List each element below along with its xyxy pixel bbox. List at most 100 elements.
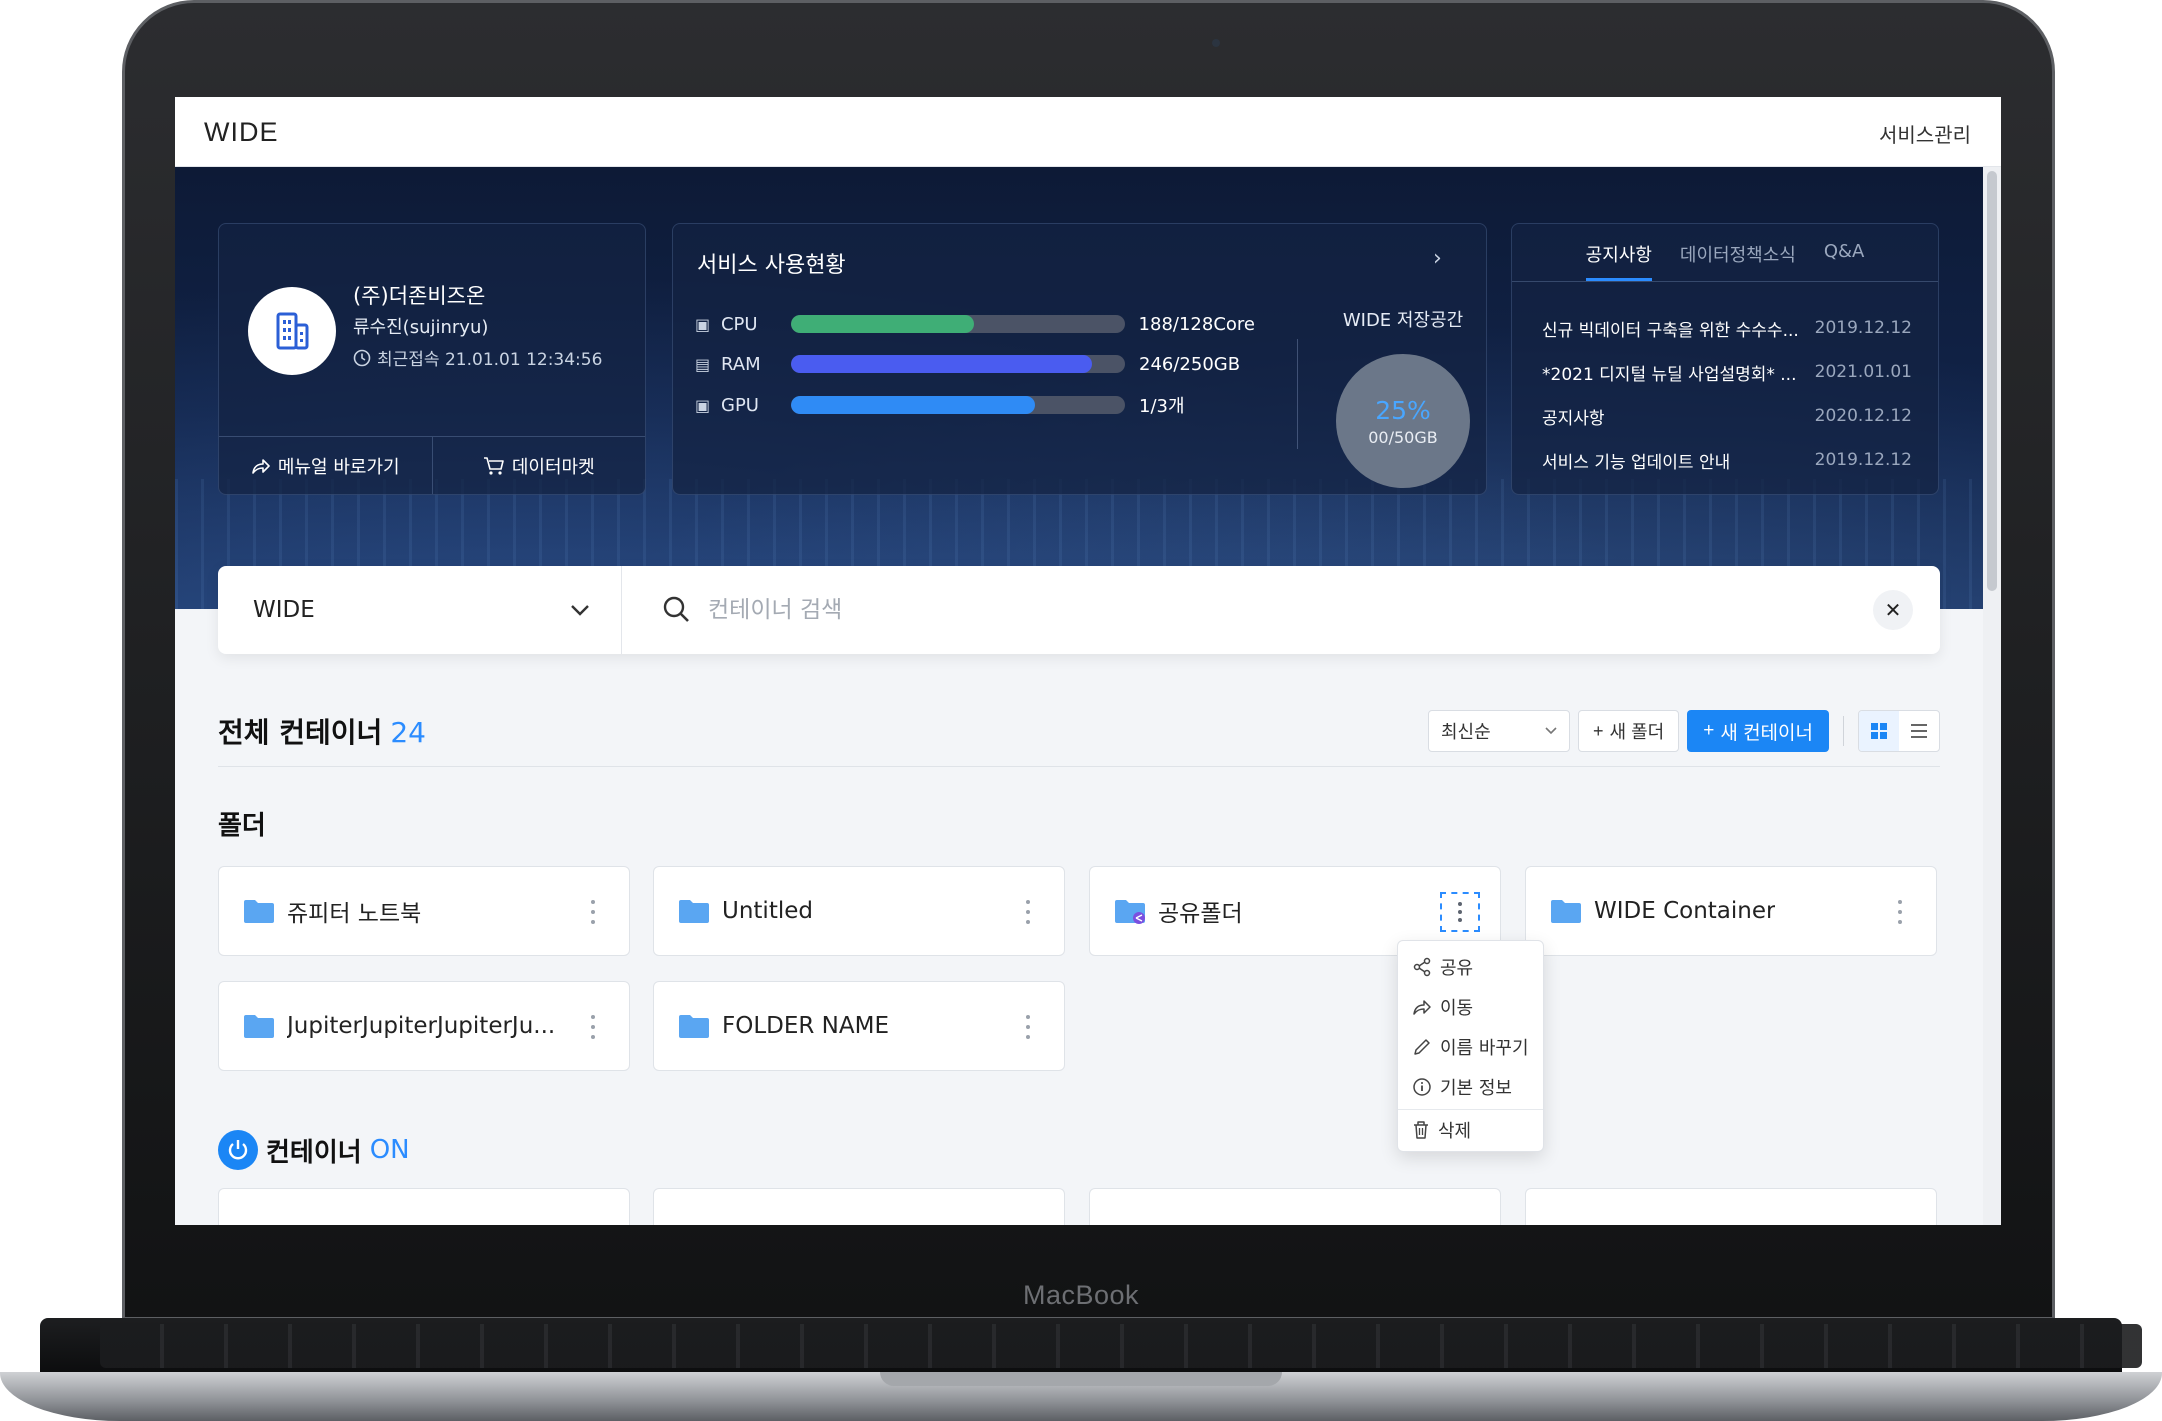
- screen: WIDE 서비스관리 (주)더존비즈온 류수진(sujinryu) 최근접속 2…: [175, 97, 2001, 1225]
- scrollbar-thumb[interactable]: [1987, 171, 1997, 591]
- folder-more-button[interactable]: [585, 1012, 601, 1042]
- pencil-icon: [1414, 1039, 1430, 1055]
- container-search-input[interactable]: [708, 590, 1808, 630]
- sort-select[interactable]: 최신순: [1428, 710, 1570, 752]
- storage-gauge: 25% 00/50GB: [1336, 354, 1470, 488]
- chevron-down-icon: [1545, 727, 1557, 735]
- profile-panel: (주)더존비즈온 류수진(sujinryu) 최근접속 21.01.01 12:…: [218, 223, 646, 495]
- menu-item-rename[interactable]: 이름 바꾸기: [1398, 1027, 1543, 1067]
- service-usage-panel: 서비스 사용현황 › ▣ CPU 188/128Core ▤ RAM 246/2…: [672, 223, 1487, 495]
- notice-item[interactable]: 공지사항 2020.12.12: [1542, 394, 1912, 438]
- data-market-link[interactable]: 데이터마켓: [431, 437, 646, 494]
- cpu-label: CPU: [720, 313, 758, 335]
- last-login: 최근접속 21.01.01 12:34:56: [353, 345, 602, 370]
- gpu-label: GPU: [721, 394, 759, 416]
- building-icon: [276, 312, 309, 350]
- gpu-value: 1/3개: [1139, 396, 1185, 417]
- folder-more-button[interactable]: [1440, 892, 1480, 932]
- controls-divider: [1843, 716, 1844, 746]
- container-card[interactable]: [1089, 1188, 1501, 1225]
- folder-icon: [679, 1015, 709, 1038]
- app-logo[interactable]: WIDE: [204, 117, 279, 148]
- container-on-heading: 컨테이너 ON: [218, 1130, 410, 1170]
- menu-item-label: 이동: [1440, 998, 1474, 1019]
- view-toggle: [1858, 710, 1940, 752]
- memory-icon: ▤: [695, 354, 711, 374]
- gpu-bar-fill: [791, 396, 1035, 414]
- folder-card[interactable]: Untitled: [653, 866, 1065, 956]
- menu-item-info[interactable]: 기본 정보: [1398, 1067, 1543, 1107]
- keyboard-keys: [100, 1324, 2142, 1368]
- menu-item-move[interactable]: 이동: [1398, 987, 1543, 1027]
- last-login-text: 최근접속 21.01.01 12:34:56: [377, 350, 603, 370]
- folder-card[interactable]: JupiterJupiterJupiterJu...: [218, 981, 630, 1071]
- clear-search-button[interactable]: ✕: [1873, 590, 1913, 630]
- notice-item[interactable]: 신규 빅데이터 구축을 위한 수수수... 2019.12.12: [1542, 306, 1912, 350]
- new-folder-button[interactable]: + 새 폴더: [1578, 710, 1680, 752]
- container-count: 24: [390, 716, 426, 749]
- notice-item[interactable]: 서비스 기능 업데이트 안내 2019.12.12: [1542, 438, 1912, 482]
- folder-card[interactable]: WIDE Container: [1525, 866, 1937, 956]
- tab-notice[interactable]: 공지사항: [1585, 241, 1652, 281]
- menu-item-label: 이름 바꾸기: [1440, 1038, 1529, 1059]
- menu-item-delete[interactable]: 삭제: [1398, 1109, 1543, 1149]
- power-icon: [218, 1130, 258, 1170]
- tab-qna[interactable]: Q&A: [1824, 241, 1865, 281]
- info-icon: [1413, 1078, 1431, 1096]
- container-card[interactable]: [1525, 1188, 1937, 1225]
- company-name: (주)더존비즈온: [353, 284, 486, 308]
- new-folder-label: 새 폴더: [1609, 722, 1665, 742]
- new-container-label: 새 컨테이너: [1720, 722, 1813, 744]
- cpu-bar-fill: [790, 315, 975, 333]
- folder-more-button[interactable]: [585, 897, 601, 927]
- ram-bar: [791, 355, 1125, 373]
- folder-name: JupiterJupiterJupiterJu...: [287, 1013, 556, 1039]
- chip-icon: ▣: [695, 395, 711, 415]
- folders-heading: 폴더: [218, 811, 266, 841]
- notice-item[interactable]: *2021 디지털 뉴딜 사업설명회* ... 2021.01.01: [1542, 350, 1912, 394]
- folder-card[interactable]: FOLDER NAME: [653, 981, 1065, 1071]
- notice-tabs: 공지사항 데이터정책소식 Q&A: [1512, 224, 1938, 282]
- search-icon: [663, 596, 689, 622]
- container-card[interactable]: [653, 1188, 1065, 1225]
- clock-icon: [353, 349, 371, 366]
- gpu-row: ▣ GPU 1/3개: [695, 390, 1255, 420]
- scope-select[interactable]: WIDE: [218, 566, 622, 654]
- tab-data-policy[interactable]: 데이터정책소식: [1680, 241, 1796, 281]
- folder-more-button[interactable]: [1892, 897, 1908, 927]
- profile-links: 메뉴얼 바로가기 데이터마켓: [219, 436, 645, 494]
- folder-more-button[interactable]: [1020, 1012, 1036, 1042]
- ram-value: 246/250GB: [1139, 353, 1241, 375]
- usage-more-chevron-icon[interactable]: ›: [1433, 246, 1442, 271]
- company-avatar: [248, 287, 336, 375]
- cpu-value: 188/128Core: [1138, 313, 1255, 335]
- container-card[interactable]: [218, 1188, 630, 1225]
- search-bar: WIDE ✕: [218, 566, 1940, 654]
- manual-link[interactable]: 메뉴얼 바로가기: [219, 437, 432, 494]
- folder-name: 공유폴더: [1158, 901, 1243, 927]
- container-on-label: 컨테이너: [266, 1137, 362, 1168]
- list-view-button[interactable]: [1899, 711, 1939, 751]
- keyboard-deck: [40, 1318, 2142, 1376]
- close-icon: ✕: [1884, 598, 1902, 622]
- notice-date: 2019.12.12: [1814, 450, 1912, 470]
- gpu-bar: [791, 396, 1125, 414]
- shared-folder-icon: [1115, 900, 1145, 924]
- page-scrollbar[interactable]: [1983, 167, 2001, 1225]
- new-container-button[interactable]: + 새 컨테이너: [1687, 710, 1829, 752]
- menu-item-share[interactable]: 공유: [1398, 947, 1543, 987]
- chevron-down-icon: [571, 605, 589, 616]
- storage-size: 00/50GB: [1368, 427, 1438, 447]
- ram-bar-fill: [791, 355, 1092, 373]
- folder-more-button[interactable]: [1020, 897, 1036, 927]
- folder-icon: [1551, 900, 1581, 923]
- list-icon: [1911, 724, 1927, 738]
- grid-view-button[interactable]: [1859, 711, 1899, 751]
- folder-icon: [244, 900, 274, 923]
- plus-icon: +: [1703, 720, 1715, 741]
- notice-date: 2019.12.12: [1814, 318, 1912, 338]
- lid-notch: [880, 1372, 1282, 1386]
- folder-card[interactable]: 쥬피터 노트북: [218, 866, 630, 956]
- container-controls: 최신순 + 새 폴더 + 새 컨테이너: [1428, 710, 1940, 752]
- service-admin-link[interactable]: 서비스관리: [1879, 119, 1971, 148]
